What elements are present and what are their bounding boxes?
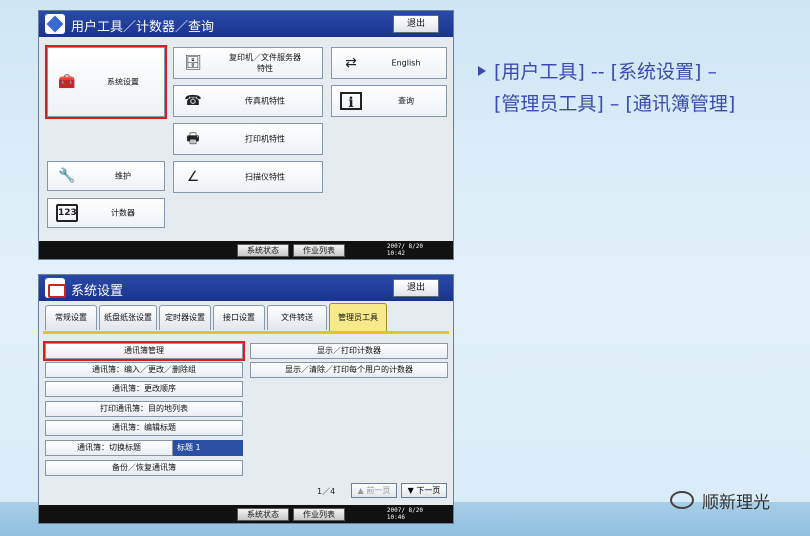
exit-button[interactable]: 退出 <box>393 15 439 33</box>
info-icon: i <box>340 92 362 111</box>
page-indicator: 1／4 <box>317 487 336 496</box>
wrench-icon: 🔧 <box>58 168 76 184</box>
address-book-order-button[interactable]: 通讯簿：更改顺序 <box>45 381 243 397</box>
fax-features-button[interactable]: ☎ 传真机特性 <box>173 85 323 117</box>
screen-title: 系统设置 <box>71 284 124 299</box>
per-user-counter-button[interactable]: 显示／清除／打印每个用户的计数器 <box>250 362 448 378</box>
prev-page-button[interactable]: ▲ 前一页 <box>351 483 397 498</box>
bullet-arrow-icon <box>478 66 486 76</box>
address-book-edit-title-button[interactable]: 通讯簿：编辑标题 <box>45 420 243 436</box>
wechat-icon <box>670 491 694 509</box>
printer-features-button[interactable]: 🖶 打印机特性 <box>173 123 323 155</box>
screen-title: 用户工具／计数器／查询 <box>71 20 215 35</box>
title-bar: 系统设置 退出 <box>39 275 453 301</box>
system-settings-screen: 系统设置 退出 常规设置 纸盘纸张设置 定时器设置 接口设置 文件转送 管理员工… <box>38 274 454 524</box>
inquiry-button[interactable]: i 查询 <box>331 85 447 117</box>
print-address-book-button[interactable]: 打印通讯簿：目的地列表 <box>45 401 243 417</box>
english-button[interactable]: ⇄ English <box>331 47 447 79</box>
printer-icon: 🖶 <box>186 131 200 147</box>
tab-interface[interactable]: 接口设置 <box>213 305 265 330</box>
tab-administrator-tools[interactable]: 管理员工具 <box>329 303 387 332</box>
copier-icon: 🗄 <box>184 55 202 71</box>
backup-restore-address-book-button[interactable]: 备份／恢复通讯簿 <box>45 460 243 476</box>
title-bar: 用户工具／计数器／查询 退出 <box>39 11 453 37</box>
tab-underline <box>43 331 449 334</box>
tab-timer[interactable]: 定时器设置 <box>159 305 211 330</box>
status-bar: 系统状态 作业列表 2007/ 8/20 10:42 <box>39 241 453 259</box>
fax-icon: ☎ <box>184 93 202 109</box>
counter-icon: 123 <box>56 204 78 222</box>
address-book-switch-title-button[interactable]: 通讯簿：切换标题 <box>45 440 173 456</box>
language-switch-icon: ⇄ <box>345 55 357 71</box>
scanner-features-button[interactable]: ∠ 扫描仪特性 <box>173 161 323 193</box>
address-book-group-button[interactable]: 通讯簿：编入／更改／删除组 <box>45 362 243 378</box>
switch-title-value[interactable]: 标题 1 <box>173 440 243 456</box>
display-print-counter-button[interactable]: 显示／打印计数器 <box>250 343 448 359</box>
toolbox-icon: 🧰 <box>58 74 76 90</box>
copier-label: 复印机／文件服务器 特性 <box>229 53 301 73</box>
tab-file-transfer[interactable]: 文件转送 <box>267 305 327 330</box>
tab-tray-paper[interactable]: 纸盘纸张设置 <box>99 305 157 330</box>
copier-document-server-features-button[interactable]: 🗄 复印机／文件服务器 特性 <box>173 47 323 79</box>
toolbox-icon <box>45 278 66 298</box>
job-list-button[interactable]: 作业列表 <box>293 508 345 521</box>
counter-button[interactable]: 123 计数器 <box>47 198 165 228</box>
scanner-icon: ∠ <box>186 169 200 185</box>
date-time: 2007/ 8/20 10:42 <box>386 243 423 257</box>
next-page-button[interactable]: ▼ 下一页 <box>401 483 447 498</box>
user-tools-icon <box>45 14 65 34</box>
date-time: 2007/ 8/20 10:46 <box>386 507 423 521</box>
maintenance-button[interactable]: 🔧 维护 <box>47 161 165 191</box>
user-tools-screen: 用户工具／计数器／查询 退出 🧰 系统设置 🗄 复印机／文件服务器 特性 ⇄ E… <box>38 10 454 260</box>
system-settings-button[interactable]: 🧰 系统设置 <box>45 45 167 119</box>
system-status-button[interactable]: 系统状态 <box>237 244 289 257</box>
address-book-management-button[interactable]: 通讯簿管理 <box>43 341 245 361</box>
job-list-button[interactable]: 作业列表 <box>293 244 345 257</box>
tab-general[interactable]: 常规设置 <box>45 305 97 330</box>
status-bar: 系统状态 作业列表 2007/ 8/20 10:46 <box>39 505 453 523</box>
system-status-button[interactable]: 系统状态 <box>237 508 289 521</box>
exit-button[interactable]: 退出 <box>393 279 439 297</box>
